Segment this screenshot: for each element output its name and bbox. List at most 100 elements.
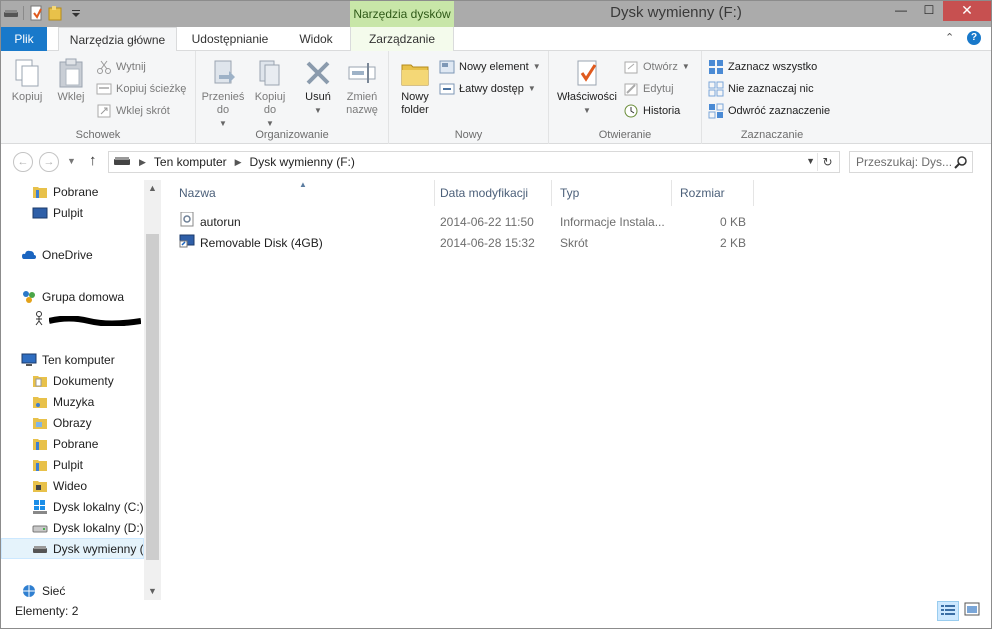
paste-button[interactable]: Wklej (51, 57, 91, 104)
explorer-window: Narzędzia dysków Dysk wymienny (F:) — ☐ … (0, 0, 992, 629)
forward-button[interactable]: → (39, 152, 59, 172)
drive-icon[interactable] (3, 5, 19, 21)
chevron-down-icon: ▼ (681, 62, 690, 71)
file-name: autorun (200, 215, 241, 229)
tab-file[interactable]: Plik (1, 27, 47, 51)
window-title: Dysk wymienny (F:) (610, 4, 742, 21)
column-header-type[interactable]: Typ (552, 180, 672, 206)
tab-home[interactable]: Narzędzia główne (58, 27, 177, 52)
cut-button[interactable]: Wytnij (96, 57, 146, 77)
nav-item-label: Pulpit (53, 205, 84, 220)
select-none-button[interactable]: Nie zaznaczaj nic (708, 79, 814, 99)
nav-item-desktop[interactable]: Pulpit (1, 202, 144, 223)
open-group-label: Otwieranie (598, 129, 652, 141)
new-item-button[interactable]: Nowy element ▼ (439, 57, 541, 77)
nav-item-drive-c[interactable]: Dysk lokalny (C:) (1, 496, 144, 517)
invert-selection-button[interactable]: Odwróć zaznaczenie (708, 101, 830, 121)
new-item-icon (439, 59, 455, 75)
nav-item-homegroup[interactable]: Grupa domowa (1, 286, 144, 307)
scroll-thumb[interactable] (146, 234, 159, 560)
tab-share[interactable]: Udostępnianie (177, 27, 283, 51)
paste-shortcut-button[interactable]: Wklej skrót (96, 101, 170, 121)
clipboard-group-label: Schowek (75, 129, 121, 141)
nav-item-documents[interactable]: Dokumenty (1, 370, 144, 391)
new-folder-icon[interactable] (48, 5, 64, 21)
refresh-icon: ↻ (822, 155, 833, 169)
details-view-button[interactable] (937, 601, 959, 621)
copy-label: Kopiuj (11, 91, 43, 103)
refresh-button[interactable]: ↻ (817, 153, 837, 171)
close-button[interactable]: ✕ (943, 1, 991, 21)
copy-to-button[interactable]: Kopiuj do ▼ (248, 57, 292, 130)
scroll-down-button[interactable]: ▼ (144, 583, 161, 600)
nav-item-label: Obrazy (53, 415, 92, 430)
move-to-button[interactable]: Przenieś do ▼ (201, 57, 245, 130)
nav-item-this-pc[interactable]: Ten komputer (1, 349, 144, 370)
tab-manage[interactable]: Zarządzanie (350, 27, 454, 51)
scroll-up-button[interactable]: ▲ (144, 180, 161, 197)
nav-item-downloads[interactable]: Pobrane (1, 181, 144, 202)
back-button[interactable]: ← (13, 152, 33, 172)
edit-button[interactable]: Edytuj (623, 79, 674, 99)
breadcrumb-removable-drive[interactable]: Dysk wymienny (F:) (250, 155, 355, 169)
delete-button[interactable]: Usuń ▼ (298, 57, 338, 117)
file-row[interactable]: autorun 2014-06-22 11:50 Informacje Inst… (175, 212, 775, 233)
properties-button[interactable]: Właściwości ▼ (554, 57, 620, 117)
nav-item-label: Dokumenty (53, 373, 114, 388)
invert-selection-label: Odwróć zaznaczenie (728, 105, 831, 117)
history-button[interactable]: Historia (623, 101, 680, 121)
breadcrumb-separator-icon[interactable]: ▶ (139, 157, 146, 168)
nav-item-videos[interactable]: Wideo (1, 475, 144, 496)
nav-item-desktop-2[interactable]: Pulpit (1, 454, 144, 475)
nav-item-onedrive[interactable]: OneDrive (1, 244, 144, 265)
nav-item-drive-d[interactable]: Dysk lokalny (D:) (1, 517, 144, 538)
select-all-icon (708, 59, 724, 75)
edit-label: Edytuj (643, 83, 674, 95)
organize-group: Przenieś do ▼ Kopiuj do ▼ Usuń ▼ Zmień n… (196, 51, 389, 144)
item-count: Elementy: 2 (15, 604, 79, 618)
title-bar: Narzędzia dysków Dysk wymienny (F:) — ☐ … (1, 1, 991, 27)
nav-pane-scrollbar[interactable]: ▲ ▼ (144, 180, 161, 600)
help-button[interactable]: ? (967, 31, 981, 45)
nav-item-label: Grupa domowa (42, 289, 125, 304)
tab-view[interactable]: Widok (283, 27, 349, 51)
nav-item-music[interactable]: Muzyka (1, 391, 144, 412)
chevron-up-icon: ▲ (148, 183, 157, 193)
large-icons-view-button[interactable] (961, 601, 983, 621)
copy-path-button[interactable]: Kopiuj ścieżkę (96, 79, 186, 99)
nav-item-pictures[interactable]: Obrazy (1, 412, 144, 433)
ribbon: Kopiuj Wklej Wytnij Kopiuj ścieżkę Wklej… (1, 51, 991, 144)
minimize-button[interactable]: — (887, 1, 915, 21)
maximize-button[interactable]: ☐ (915, 1, 943, 21)
address-history-dropdown[interactable]: ▼ (806, 156, 815, 166)
new-group-label: Nowy (454, 129, 483, 141)
column-header-size[interactable]: Rozmiar (672, 180, 754, 206)
address-bar[interactable]: ▶ Ten komputer ▶ Dysk wymienny (F:) ▼ ↻ (108, 151, 840, 173)
up-button[interactable]: ↑ (89, 152, 97, 169)
history-icon (623, 103, 639, 119)
collapse-ribbon-button[interactable]: ⌃ (945, 31, 954, 44)
column-header-name[interactable]: Nazwa (171, 180, 435, 206)
file-row[interactable]: Removable Disk (4GB) 2014-06-28 15:32 Sk… (175, 233, 775, 254)
nav-item-drive-f[interactable]: Dysk wymienny (F:) (1, 538, 144, 559)
chevron-down-icon: ▼ (527, 84, 536, 93)
select-all-button[interactable]: Zaznacz wszystko (708, 57, 817, 77)
new-folder-button[interactable]: Nowy folder (393, 57, 437, 117)
recent-locations-button[interactable]: ▼ (67, 156, 76, 166)
easy-access-button[interactable]: Łatwy dostęp ▼ (439, 79, 536, 99)
open-button[interactable]: Otwórz ▼ (623, 57, 690, 77)
search-input[interactable]: Przeszukaj: Dys... (849, 151, 973, 173)
nav-item-downloads-2[interactable]: Pobrane (1, 433, 144, 454)
nav-item-network[interactable]: Sieć (1, 580, 144, 601)
breadcrumb-separator-icon[interactable]: ▶ (235, 157, 242, 168)
column-header-date[interactable]: Data modyfikacji (432, 180, 552, 206)
properties-icon[interactable] (28, 5, 44, 21)
select-group-label: Zaznaczanie (740, 129, 804, 141)
breadcrumb-computer[interactable]: Ten komputer (154, 155, 227, 169)
rename-button[interactable]: Zmień nazwę (340, 57, 384, 117)
copy-path-label: Kopiuj ścieżkę (116, 83, 187, 95)
computer-icon (21, 352, 37, 368)
chevron-down-icon[interactable] (68, 5, 84, 21)
paste-icon (55, 57, 87, 89)
copy-button[interactable]: Kopiuj (7, 57, 47, 104)
